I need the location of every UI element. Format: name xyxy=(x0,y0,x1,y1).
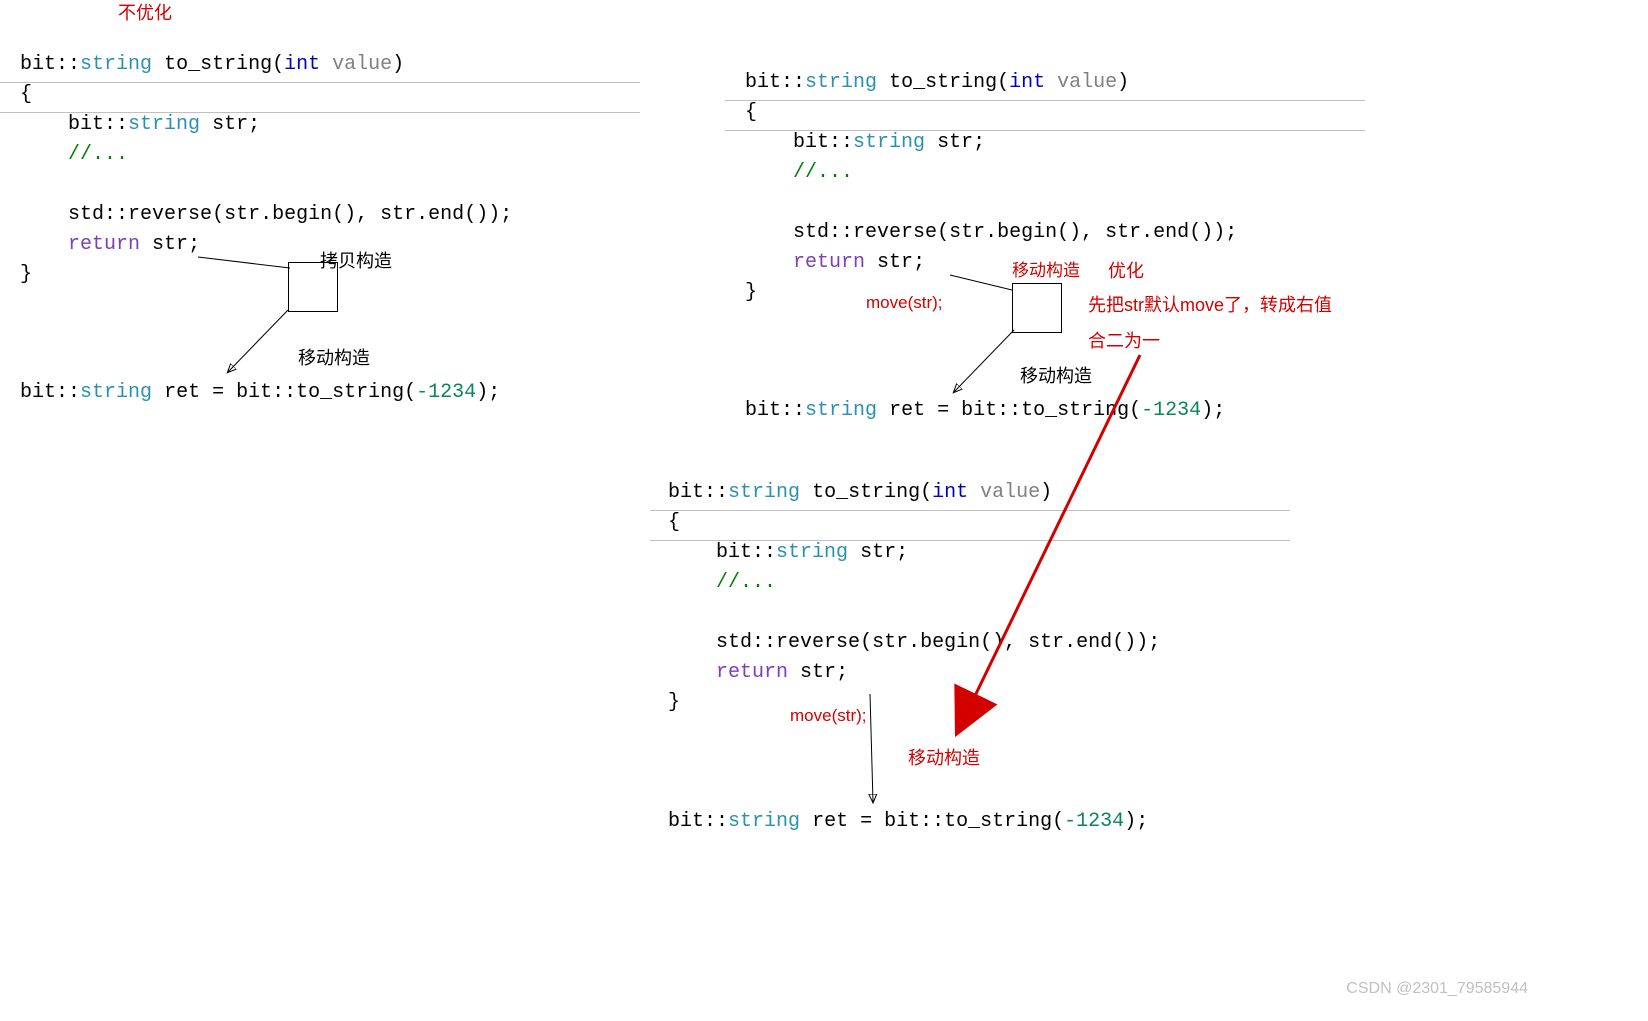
rtop-move-label: move(str); xyxy=(866,290,943,316)
rbot-code-block: bit::string to_string(int value) { bit::… xyxy=(668,478,1288,718)
left-box-label: 拷贝构造 xyxy=(320,248,392,275)
rbot-arrow-label: 移动构造 xyxy=(908,745,980,772)
rtop-arrow-label: 移动构造 xyxy=(1020,363,1092,390)
rtop-opt-title: 优化 xyxy=(1108,258,1144,285)
left-arrow-label: 移动构造 xyxy=(298,345,370,372)
left-call-line: bit::string ret = bit::to_string(-1234); xyxy=(20,378,500,408)
rtop-opt-line1: 先把str默认move了，转成右值 xyxy=(1088,292,1332,319)
rtop-box-label: 移动构造 xyxy=(1012,258,1080,284)
rtop-box xyxy=(1012,283,1062,333)
rtop-opt-line2: 合二为一 xyxy=(1088,328,1160,355)
left-title-annot: 不优化 xyxy=(118,0,172,27)
watermark: CSDN @2301_79585944 xyxy=(1346,977,1528,1001)
rbot-move-label: move(str); xyxy=(790,703,867,729)
rtop-call-line: bit::string ret = bit::to_string(-1234); xyxy=(745,396,1225,426)
rbot-call-line: bit::string ret = bit::to_string(-1234); xyxy=(668,807,1148,837)
